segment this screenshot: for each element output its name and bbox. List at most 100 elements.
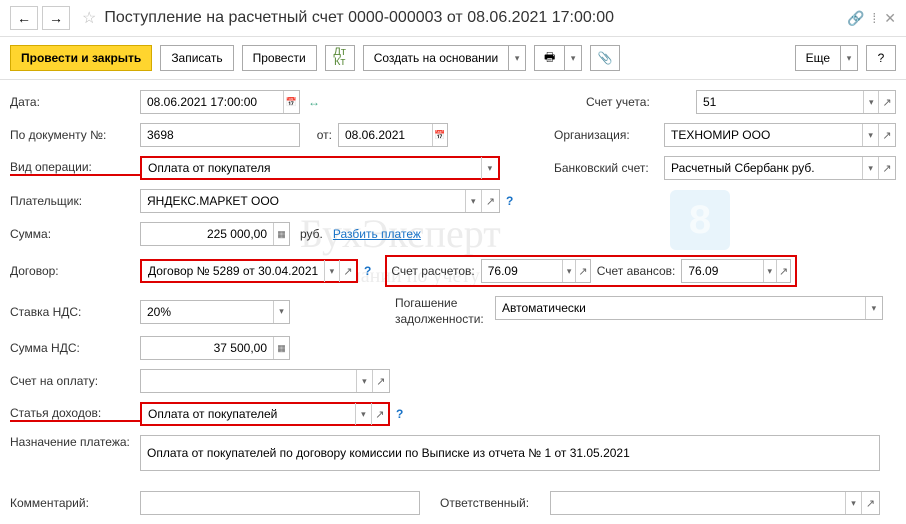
comment-input-group[interactable] <box>140 491 420 515</box>
chevron-down-icon[interactable]: ▾ <box>356 370 372 392</box>
vat-rate-input[interactable] <box>141 301 273 323</box>
chevron-down-icon[interactable]: ▾ <box>763 260 776 282</box>
minimize-icon[interactable]: ⁞ <box>872 10 876 26</box>
chevron-down-icon[interactable]: ▾ <box>324 260 339 282</box>
calculator-icon[interactable]: ▦ <box>273 337 289 359</box>
bank-account-input-group[interactable]: ▾ ↗ <box>664 156 896 180</box>
purpose-input-group[interactable] <box>140 435 880 471</box>
purpose-input[interactable] <box>141 442 879 464</box>
split-payment-link[interactable]: Разбить платеж <box>333 227 421 241</box>
open-icon[interactable]: ↗ <box>861 492 879 514</box>
link-icon[interactable]: 🔗 <box>847 10 864 27</box>
comment-label: Комментарий: <box>10 496 140 510</box>
save-button[interactable]: Записать <box>160 45 233 71</box>
chevron-down-icon[interactable]: ▾ <box>508 45 526 71</box>
date-input-group[interactable]: 📅 <box>140 90 300 114</box>
chevron-down-icon[interactable]: ▾ <box>564 45 582 71</box>
chevron-down-icon[interactable]: ▾ <box>465 190 481 212</box>
settle-acc-input[interactable] <box>482 260 562 282</box>
vat-rate-label: Ставка НДС: <box>10 305 140 319</box>
open-icon[interactable]: ↗ <box>372 370 389 392</box>
star-icon[interactable]: ☆ <box>82 8 96 28</box>
doc-no-input-group[interactable] <box>140 123 300 147</box>
print-button[interactable]: 🖶 <box>534 45 564 71</box>
open-icon[interactable]: ↗ <box>878 91 895 113</box>
date-label: Дата: <box>10 95 140 109</box>
income-item-input-group[interactable]: ▾ ↗ <box>140 402 390 426</box>
amount-input-group[interactable]: ▦ <box>140 222 290 246</box>
responsible-input[interactable] <box>551 492 845 514</box>
org-input[interactable] <box>665 124 862 146</box>
invoice-input-group[interactable]: ▾ ↗ <box>140 369 390 393</box>
attach-button[interactable]: 📎 <box>590 45 620 71</box>
amount-input[interactable] <box>141 223 273 245</box>
contract-help[interactable]: ? <box>364 264 371 278</box>
chevron-down-icon[interactable]: ▾ <box>355 403 371 425</box>
contract-label: Договор: <box>10 264 140 278</box>
payer-input[interactable] <box>141 190 465 212</box>
settle-acc-input-group[interactable]: ▾ ↗ <box>481 259 591 283</box>
create-based-dropdown[interactable]: Создать на основании ▾ <box>363 45 527 71</box>
date-input[interactable] <box>141 91 283 113</box>
forward-button[interactable]: → <box>42 6 70 30</box>
more-dropdown[interactable]: Еще ▾ <box>795 45 858 71</box>
account-input-group[interactable]: ▾ ↗ <box>696 90 896 114</box>
post-button[interactable]: Провести <box>242 45 317 71</box>
contract-input-group[interactable]: ▾ ↗ <box>140 259 358 283</box>
chevron-down-icon[interactable]: ▾ <box>862 124 877 146</box>
doc-no-label: По документу №: <box>10 128 140 142</box>
contract-input[interactable] <box>142 260 324 282</box>
calendar-icon[interactable]: 📅 <box>432 124 447 146</box>
chevron-down-icon[interactable]: ▾ <box>481 157 498 179</box>
chevron-down-icon[interactable]: ▾ <box>845 492 861 514</box>
back-button[interactable]: ← <box>10 6 38 30</box>
chevron-down-icon[interactable]: ▾ <box>840 45 858 71</box>
bank-account-input[interactable] <box>665 157 862 179</box>
responsible-input-group[interactable]: ▾ ↗ <box>550 491 880 515</box>
income-item-help[interactable]: ? <box>396 407 403 421</box>
account-input[interactable] <box>697 91 863 113</box>
invoice-input[interactable] <box>141 370 356 392</box>
chevron-down-icon[interactable]: ▾ <box>865 297 882 319</box>
vat-sum-input[interactable] <box>141 337 273 359</box>
help-button[interactable]: ? <box>866 45 896 71</box>
comment-input[interactable] <box>141 492 419 514</box>
post-and-close-button[interactable]: Провести и закрыть <box>10 45 152 71</box>
debt-repay-input-group[interactable]: ▾ <box>495 296 883 320</box>
calculator-icon[interactable]: ▦ <box>273 223 289 245</box>
dtkt-button[interactable]: ДтКт <box>325 45 355 71</box>
open-icon[interactable]: ↗ <box>776 260 791 282</box>
close-icon[interactable]: ✕ <box>884 10 896 27</box>
payer-input-group[interactable]: ▾ ↗ <box>140 189 500 213</box>
open-icon[interactable]: ↗ <box>339 260 356 282</box>
chevron-down-icon[interactable]: ▾ <box>562 260 575 282</box>
org-input-group[interactable]: ▾ ↗ <box>664 123 896 147</box>
doc-no-input[interactable] <box>141 124 299 146</box>
create-based-button[interactable]: Создать на основании <box>363 45 509 71</box>
chevron-down-icon[interactable]: ▾ <box>863 91 878 113</box>
doc-date-input[interactable] <box>339 124 432 146</box>
open-icon[interactable]: ↗ <box>481 190 499 212</box>
open-icon[interactable]: ↗ <box>575 260 590 282</box>
open-icon[interactable]: ↗ <box>371 403 388 425</box>
doc-date-input-group[interactable]: 📅 <box>338 123 448 147</box>
currency-label: руб. <box>300 227 323 241</box>
op-type-input[interactable] <box>142 157 481 179</box>
chevron-down-icon[interactable]: ▾ <box>273 301 289 323</box>
open-icon[interactable]: ↗ <box>878 157 895 179</box>
print-dropdown[interactable]: 🖶 ▾ <box>534 45 582 71</box>
payer-help[interactable]: ? <box>506 194 513 208</box>
advance-acc-input[interactable] <box>682 260 762 282</box>
op-type-label: Вид операции: <box>10 160 140 176</box>
op-type-input-group[interactable]: ▾ <box>140 156 500 180</box>
open-icon[interactable]: ↗ <box>878 124 895 146</box>
vat-rate-input-group[interactable]: ▾ <box>140 300 290 324</box>
calendar-icon[interactable]: 📅 <box>283 91 299 113</box>
income-item-input[interactable] <box>142 403 355 425</box>
vat-sum-input-group[interactable]: ▦ <box>140 336 290 360</box>
refresh-icon[interactable]: ↔ <box>308 95 320 109</box>
more-button[interactable]: Еще <box>795 45 840 71</box>
chevron-down-icon[interactable]: ▾ <box>862 157 877 179</box>
advance-acc-input-group[interactable]: ▾ ↗ <box>681 259 791 283</box>
debt-repay-input[interactable] <box>496 297 865 319</box>
